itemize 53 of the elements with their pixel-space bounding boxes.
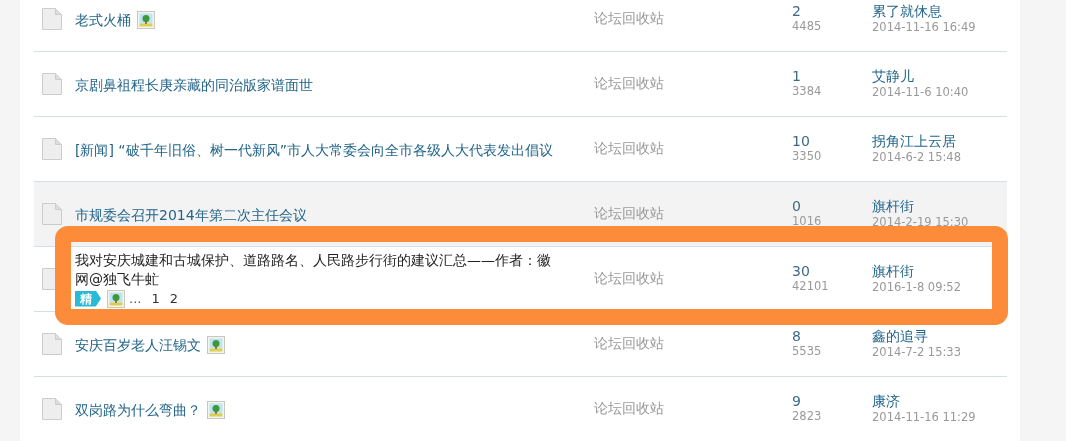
view-count: 1016: [792, 214, 823, 229]
document-icon: [41, 397, 63, 421]
pages-ellipsis: ...: [129, 289, 142, 308]
thread-title-link[interactable]: 我对安庆城建和古城保护、道路路名、人民路步行街的建议汇总——作者：徽网@独飞牛虻: [75, 250, 559, 289]
forum-name: 论坛回收站: [594, 205, 665, 223]
digest-badge: 精: [75, 290, 101, 307]
reply-count: 0: [792, 199, 802, 214]
view-count: 2823: [792, 409, 823, 424]
thread-title-link[interactable]: 老式火桶: [75, 11, 131, 28]
document-icon: [41, 137, 63, 161]
document-icon: [41, 7, 63, 31]
document-icon: [41, 267, 55, 291]
last-poster-link[interactable]: 康济: [872, 393, 1007, 409]
document-icon: [41, 332, 63, 356]
page-link[interactable]: 1: [151, 289, 160, 308]
thread-title-link[interactable]: 京剧鼻祖程长庚亲藏的同治版家谱面世: [75, 76, 313, 93]
view-count: 42101: [792, 279, 830, 294]
view-count: 3350: [792, 149, 823, 164]
view-count: 3384: [792, 84, 823, 99]
thread-title-link[interactable]: 安庆百岁老人汪锡文: [75, 336, 201, 353]
forum-name: 论坛回收站: [594, 335, 665, 353]
view-count: 5535: [792, 344, 823, 359]
last-post-time: 2014-11-16 11:29: [872, 409, 977, 425]
thread-title-link[interactable]: 市规委会召开2014年第二次主任会议: [75, 206, 307, 223]
thread-title-link[interactable]: [新闻] “破千年旧俗、树一代新风”市人大常委会向全市各级人大代表发出倡议: [75, 141, 553, 158]
forum-name: 论坛回收站: [594, 10, 665, 28]
reply-count: 8: [792, 329, 802, 344]
last-post-time: 2014-11-16 16:49: [872, 19, 977, 35]
thread-title-link[interactable]: 双岗路为什么弯曲？: [75, 401, 201, 418]
forum-name: 论坛回收站: [594, 270, 665, 288]
reply-count: 2: [792, 4, 802, 19]
view-count: 4485: [792, 19, 823, 34]
reply-count: 1: [792, 69, 802, 84]
last-post-time: 2014-2-19 15:30: [872, 214, 970, 230]
last-post-time: 2014-6-2 15:48: [872, 149, 962, 165]
forum-name: 论坛回收站: [594, 140, 665, 158]
last-post-time: 2014-11-6 10:40: [872, 84, 970, 100]
document-icon: [41, 72, 63, 96]
last-post-time: 2016-1-8 09:52: [872, 279, 962, 295]
last-poster-link[interactable]: 拐角江上云居: [872, 133, 1007, 149]
forum-name: 论坛回收站: [594, 400, 665, 418]
forum-name: 论坛回收站: [594, 75, 665, 93]
reply-count: 10: [792, 134, 811, 149]
last-poster-link[interactable]: 旗杆街: [872, 263, 1007, 279]
reply-count: 9: [792, 394, 802, 409]
document-icon: [41, 202, 63, 226]
last-poster-link[interactable]: 艾静儿: [872, 68, 1007, 84]
last-poster-link[interactable]: 旗杆街: [872, 198, 1007, 214]
page-link[interactable]: 2: [169, 289, 178, 308]
last-poster-link[interactable]: 累了就休息: [872, 3, 1007, 19]
last-poster-link[interactable]: 鑫的追寻: [872, 328, 1007, 344]
reply-count: 30: [792, 264, 811, 279]
last-post-time: 2014-7-2 15:33: [872, 344, 962, 360]
